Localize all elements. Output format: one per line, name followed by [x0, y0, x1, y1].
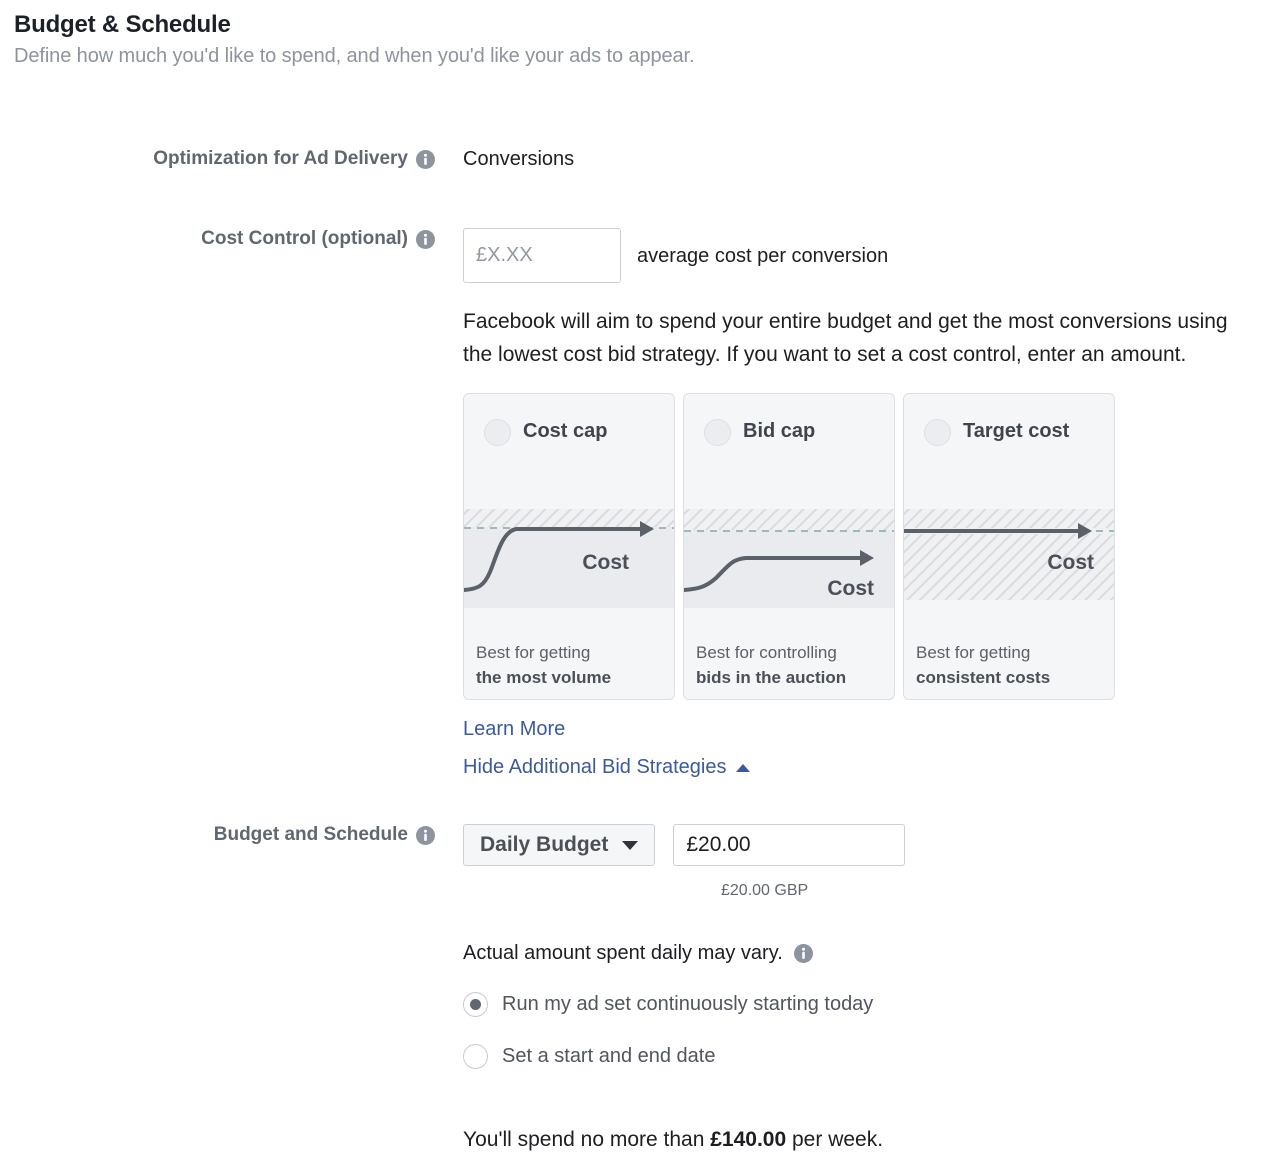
cost-control-label-text: Cost Control (optional) [201, 228, 408, 249]
cost-control-input[interactable] [463, 228, 621, 283]
card-foot-line1: Best for getting [476, 643, 591, 662]
spend-cap-prefix: You'll spend no more than [463, 1128, 711, 1151]
cost-control-description: Facebook will aim to spend your entire b… [463, 310, 1228, 366]
optimization-label: Optimization for Ad Delivery [0, 148, 435, 170]
card-foot-line1: Best for controlling [696, 643, 837, 662]
radio-button-target-cost[interactable] [924, 419, 951, 446]
bid-strategy-card-bid-cap[interactable]: Bid cap Cost Best for controlling bids i… [683, 393, 895, 700]
card-foot-line1: Best for getting [916, 643, 1031, 662]
target-cost-line-icon: Cost [904, 500, 1114, 608]
vary-note-text: Actual amount spent daily may vary. [463, 942, 783, 964]
page-title: Budget & Schedule [14, 11, 231, 38]
optimization-label-text: Optimization for Ad Delivery [153, 148, 408, 169]
radio-button-bid-cap[interactable] [704, 419, 731, 446]
bid-strategy-card-target-cost[interactable]: Target cost Cost Best for getting consis… [903, 393, 1115, 700]
schedule-option-continuous[interactable]: Run my ad set continuously starting toda… [463, 992, 905, 1017]
card-foot-line2: the most volume [476, 668, 612, 687]
bid-strategy-card-cost-cap[interactable]: Cost cap Cost Best for getting the most … [463, 393, 675, 700]
learn-more-wrap: Learn More [463, 718, 1243, 741]
budget-amount-input[interactable] [673, 824, 906, 866]
learn-more-link[interactable]: Learn More [463, 718, 565, 741]
spend-cap-note: You'll spend no more than £140.00 per we… [463, 1127, 905, 1153]
bid-strategy-cards: Cost cap Cost Best for getting the most … [463, 393, 1243, 700]
chevron-up-icon [735, 763, 750, 772]
schedule-option-date-range[interactable]: Set a start and end date [463, 1044, 905, 1069]
hide-strategies-wrap: Hide Additional Bid Strategies [463, 756, 1243, 779]
optimization-row: Optimization for Ad Delivery Conversions [0, 148, 574, 172]
budget-type-label: Daily Budget [480, 833, 609, 856]
graphic-label: Cost [827, 577, 874, 600]
hide-bid-strategies-link[interactable]: Hide Additional Bid Strategies [463, 756, 750, 779]
page-subtitle: Define how much you'd like to spend, and… [14, 45, 695, 67]
page-header: Budget & Schedule Define how much you'd … [0, 0, 1286, 70]
vary-note-row: Actual amount spent daily may vary. [463, 940, 905, 966]
radio-button[interactable] [463, 1044, 488, 1069]
info-icon[interactable] [416, 825, 435, 845]
currency-note: £20.00 GBP [721, 882, 809, 899]
radio-button[interactable] [463, 992, 488, 1017]
optimization-value: Conversions [463, 148, 575, 170]
chevron-down-icon [622, 840, 639, 850]
spend-cap-suffix: per week. [786, 1128, 884, 1151]
cost-control-input-group: average cost per conversion [463, 228, 1243, 283]
hide-bid-strategies-label: Hide Additional Bid Strategies [463, 756, 727, 778]
cost-cap-curve-icon: Cost [464, 500, 674, 608]
card-foot-line2: consistent costs [916, 668, 1051, 687]
budget-schedule-field: Daily Budget £20.00 GBP Actual amount sp… [463, 824, 906, 1153]
card-header: Cost cap [464, 394, 674, 500]
radio-button-cost-cap[interactable] [484, 419, 511, 446]
spend-cap-amount: £140.00 [710, 1128, 787, 1151]
budget-schedule-label-text: Budget and Schedule [213, 824, 408, 845]
budget-controls: Daily Budget [463, 824, 906, 866]
card-title: Cost cap [523, 420, 608, 442]
card-header: Bid cap [684, 394, 894, 500]
graphic-label: Cost [582, 551, 629, 574]
graphic-label: Cost [1047, 551, 1094, 574]
info-icon[interactable] [793, 943, 813, 963]
card-title: Target cost [963, 420, 1070, 442]
schedule-option-label: Set a start and end date [502, 1045, 716, 1067]
card-footer: Best for getting the most volume [464, 608, 674, 699]
info-icon[interactable] [416, 149, 435, 169]
card-foot-line2: bids in the auction [696, 668, 847, 687]
radio-dot [470, 999, 481, 1010]
budget-schedule-label: Budget and Schedule [0, 824, 435, 846]
card-header: Target cost [904, 394, 1114, 500]
cost-control-field: average cost per conversion Facebook wil… [463, 228, 1243, 779]
cost-control-suffix: average cost per conversion [637, 244, 889, 267]
card-footer: Best for getting consistent costs [904, 608, 1114, 699]
schedule-option-label: Run my ad set continuously starting toda… [502, 993, 874, 1015]
cost-control-row: Cost Control (optional) average cost per… [0, 228, 1243, 779]
card-footer: Best for controlling bids in the auction [684, 608, 894, 699]
bid-cap-curve-icon: Cost [684, 500, 894, 608]
info-icon[interactable] [416, 229, 435, 249]
card-title: Bid cap [743, 420, 816, 442]
cost-control-label: Cost Control (optional) [0, 228, 435, 250]
budget-schedule-row: Budget and Schedule Daily Budget £20.00 … [0, 824, 906, 1153]
budget-type-select[interactable]: Daily Budget [463, 824, 656, 866]
